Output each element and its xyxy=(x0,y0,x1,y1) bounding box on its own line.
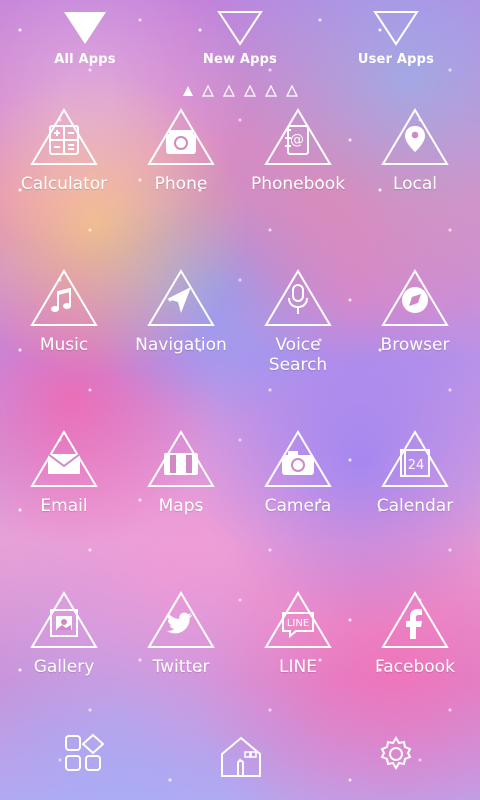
app-label: Facebook xyxy=(375,657,455,677)
app-label: Music xyxy=(39,335,89,355)
app-drawer-button[interactable] xyxy=(49,732,119,800)
tab-user-apps-label: User Apps xyxy=(357,52,435,67)
triangle-outline-icon xyxy=(217,11,263,46)
app-maps[interactable]: Maps xyxy=(122,430,240,566)
location-pin-icon xyxy=(381,108,449,165)
app-phone[interactable]: Phone xyxy=(122,108,240,244)
app-label: Gallery xyxy=(33,657,95,677)
app-twitter[interactable]: Twitter xyxy=(122,591,240,727)
navigation-arrow-icon xyxy=(147,269,215,326)
app-label: LINE xyxy=(279,657,317,677)
phone-icon xyxy=(147,108,215,165)
app-calculator[interactable]: Calculator xyxy=(5,108,123,244)
page-dot-icon xyxy=(223,85,235,97)
tab-user-apps[interactable]: User Apps xyxy=(331,10,461,67)
app-voice-search[interactable]: Voice Search xyxy=(239,269,357,405)
app-label: Phonebook xyxy=(250,174,346,194)
app-line[interactable]: LINE LINE xyxy=(239,591,357,727)
app-label: Phone xyxy=(154,174,208,194)
app-local[interactable]: Local xyxy=(356,108,474,244)
home-icon xyxy=(221,736,261,777)
svg-text:@: @ xyxy=(290,132,304,148)
page-dot-icon xyxy=(244,85,256,97)
app-label: Camera xyxy=(264,496,332,516)
page-dot-icon xyxy=(265,85,277,97)
app-browser[interactable]: Browser xyxy=(356,269,474,405)
app-label: Email xyxy=(40,496,88,516)
settings-gear-icon xyxy=(380,736,412,770)
page-indicator xyxy=(178,85,308,99)
music-note-icon xyxy=(30,269,98,326)
page-dot-active-icon xyxy=(183,86,193,96)
home-button[interactable] xyxy=(206,732,276,800)
line-chat-icon: LINE xyxy=(264,591,332,648)
facebook-icon xyxy=(381,591,449,648)
tab-all-apps-label: All Apps xyxy=(54,52,116,67)
map-icon xyxy=(147,430,215,487)
app-music[interactable]: Music xyxy=(5,269,123,405)
app-label: Calculator xyxy=(20,174,108,194)
twitter-bird-icon xyxy=(147,591,215,648)
calculator-icon xyxy=(30,108,98,165)
tab-new-apps-label: New Apps xyxy=(202,52,278,67)
app-facebook[interactable]: Facebook xyxy=(356,591,474,727)
envelope-icon xyxy=(30,430,98,487)
triangle-outline-icon xyxy=(373,11,419,46)
app-label: Twitter xyxy=(152,657,210,677)
app-camera[interactable]: Camera xyxy=(239,430,357,566)
app-label: Calendar xyxy=(376,496,454,516)
phonebook-icon: @ xyxy=(264,108,332,165)
app-email[interactable]: Email xyxy=(5,430,123,566)
app-calendar[interactable]: 24 Calendar xyxy=(356,430,474,566)
app-label: Navigation xyxy=(135,335,227,355)
camera-icon xyxy=(264,430,332,487)
tab-new-apps[interactable]: New Apps xyxy=(175,10,305,67)
app-label: Local xyxy=(392,174,438,194)
app-label: Voice Search xyxy=(268,335,328,375)
apps-grid-icon xyxy=(65,733,105,771)
calendar-day: 24 xyxy=(408,458,425,473)
app-phonebook[interactable]: @ Phonebook xyxy=(239,108,357,244)
app-label: Browser xyxy=(380,335,450,355)
gallery-icon xyxy=(30,591,98,648)
top-tab-bar: All Apps New Apps User Apps xyxy=(0,10,480,100)
app-navigation[interactable]: Navigation xyxy=(122,269,240,405)
settings-button[interactable] xyxy=(361,732,431,800)
app-gallery[interactable]: Gallery xyxy=(5,591,123,727)
triangle-filled-icon xyxy=(64,12,106,44)
tab-all-apps[interactable]: All Apps xyxy=(20,10,150,67)
calendar-icon: 24 xyxy=(381,430,449,487)
compass-icon xyxy=(381,269,449,326)
page-dot-icon xyxy=(202,85,214,97)
microphone-icon xyxy=(264,269,332,326)
bottom-dock xyxy=(0,732,480,800)
app-label: Maps xyxy=(158,496,204,516)
page-dot-icon xyxy=(286,85,298,97)
line-icon-text: LINE xyxy=(287,618,309,629)
